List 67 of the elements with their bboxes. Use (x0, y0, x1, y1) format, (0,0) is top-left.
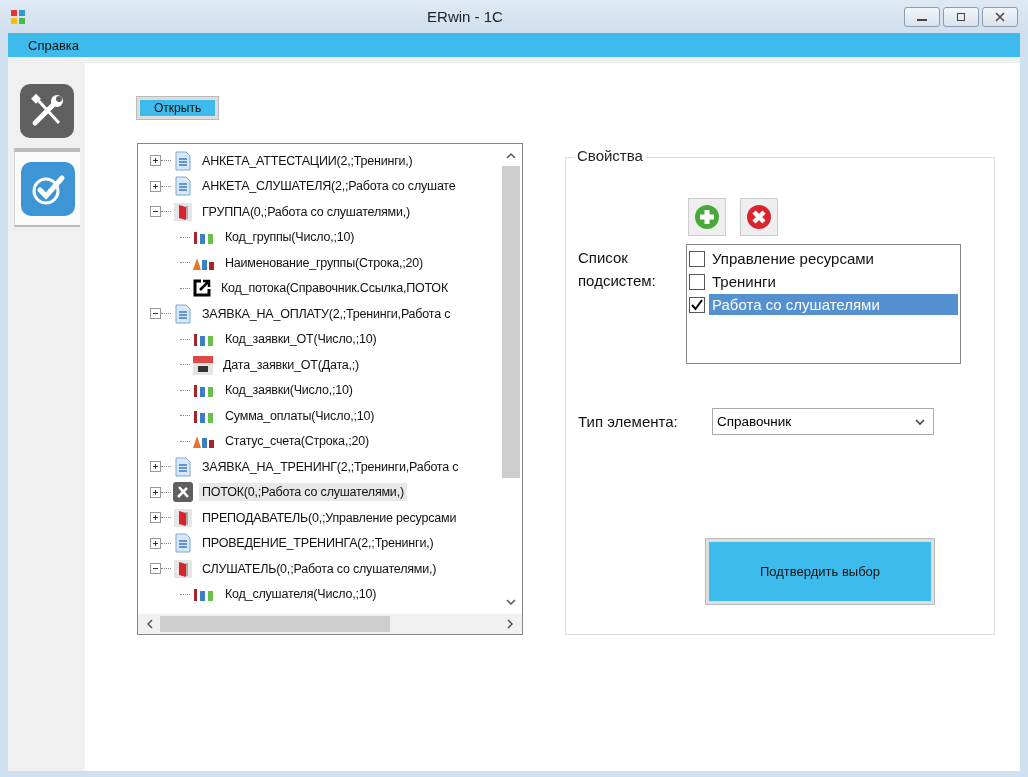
chevron-up-icon[interactable] (506, 152, 516, 160)
document-icon (173, 176, 193, 197)
document-icon (173, 303, 193, 324)
document-icon (173, 533, 193, 554)
door-icon (173, 558, 193, 579)
checkbox[interactable] (689, 250, 705, 267)
list-item[interactable]: Управление ресурсами (709, 248, 958, 269)
element-type-dropdown[interactable]: Справочник (712, 408, 934, 435)
expander-icon[interactable] (150, 155, 161, 167)
chevron-right-icon[interactable] (506, 619, 514, 629)
link-icon (192, 278, 212, 299)
tree-item[interactable]: Код_заявки_ОТ(Число,;10) (222, 330, 380, 349)
expander-icon[interactable] (150, 206, 161, 218)
door-icon (173, 507, 193, 528)
tree-item[interactable]: Код_заявки(Число,;10) (222, 381, 356, 400)
tree-item[interactable]: ПРОВЕДЕНИЕ_ТРЕНИНГА(2,;Тренинги,) (199, 534, 437, 553)
confirm-button[interactable]: Подтвердить выбор (706, 539, 934, 604)
open-button[interactable]: Открыть (137, 97, 219, 119)
door-icon (173, 201, 193, 222)
document-icon (173, 456, 193, 477)
document-icon (173, 150, 193, 171)
subsystems-label: Список подсистем: (578, 248, 657, 291)
window-title: ERwin - 1C (426, 8, 504, 25)
tree-item[interactable]: Сумма_оплаты(Число,;10) (222, 406, 378, 425)
maximize-icon (956, 11, 966, 22)
expander-icon[interactable] (150, 461, 161, 473)
chevron-down-icon (915, 417, 925, 426)
calendar-icon (192, 353, 214, 376)
expander-icon[interactable] (150, 512, 161, 524)
tree-item[interactable]: Дата_заявки_ОТ(Дата,;) (220, 355, 363, 374)
tree-item[interactable]: Наименование_группы(Строка,;20) (222, 253, 427, 272)
tree-item[interactable]: ПРЕПОДАВАТЕЛЬ(0,;Управление ресурсами (199, 508, 460, 527)
checkbox[interactable] (689, 296, 705, 313)
tree-item[interactable]: ЗАЯВКА_НА_ТРЕНИНГ(2,;Тренинги,Работа с (199, 457, 462, 476)
tree-item[interactable]: Код_слушателя(Число,;10) (222, 585, 380, 604)
tree-item[interactable]: АНКЕТА_АТТЕСТАЦИИ(2,;Тренинги,) (199, 151, 416, 170)
list-item[interactable]: Тренинги (709, 271, 958, 292)
tree-item[interactable]: Статус_счета(Строка,;20) (222, 432, 372, 451)
expander-icon[interactable] (150, 537, 161, 549)
tree-item[interactable]: ЗАЯВКА_НА_ОПЛАТУ(2,;Тренинги,Работа с (199, 304, 454, 323)
expander-icon[interactable] (150, 486, 161, 498)
tree-item[interactable]: СЛУШАТЕЛЬ(0,;Работа со слушателями,) (199, 559, 440, 578)
horizontal-scrollbar[interactable] (138, 614, 522, 634)
close-icon (995, 11, 1005, 22)
app-icon (10, 8, 26, 25)
expander-icon[interactable] (150, 563, 161, 575)
element-type-label: Тип элемента: (578, 413, 679, 430)
minimize-icon (917, 18, 927, 21)
delete-button[interactable] (740, 198, 778, 236)
maximize-button[interactable] (943, 6, 979, 27)
expander-icon[interactable] (150, 308, 161, 320)
group-title: Свойства (574, 147, 646, 164)
side-tab[interactable] (14, 150, 80, 227)
tree-item[interactable]: АНКЕТА_СЛУШАТЕЛЯ(2,;Работа со слушате (199, 177, 459, 196)
add-button[interactable] (688, 198, 726, 236)
tree-item[interactable]: ПОТОК(0,;Работа со слушателями,) (199, 483, 407, 502)
checkbox[interactable] (689, 273, 705, 290)
check-icon (19, 160, 76, 217)
chevron-left-icon[interactable] (146, 619, 154, 629)
tree-item[interactable]: Код_группы(Число,;10) (222, 228, 358, 247)
minimize-button[interactable] (904, 6, 940, 27)
expander-icon[interactable] (150, 180, 161, 192)
chevron-down-icon[interactable] (506, 598, 516, 606)
tree-item[interactable]: Код_потока(Справочник.Ссылка,ПОТОК (218, 279, 451, 298)
close-button[interactable] (982, 6, 1018, 27)
tree-item[interactable]: ГРУППА(0,;Работа со слушателями,) (199, 202, 413, 221)
menu-item[interactable]: Справка (28, 37, 79, 53)
